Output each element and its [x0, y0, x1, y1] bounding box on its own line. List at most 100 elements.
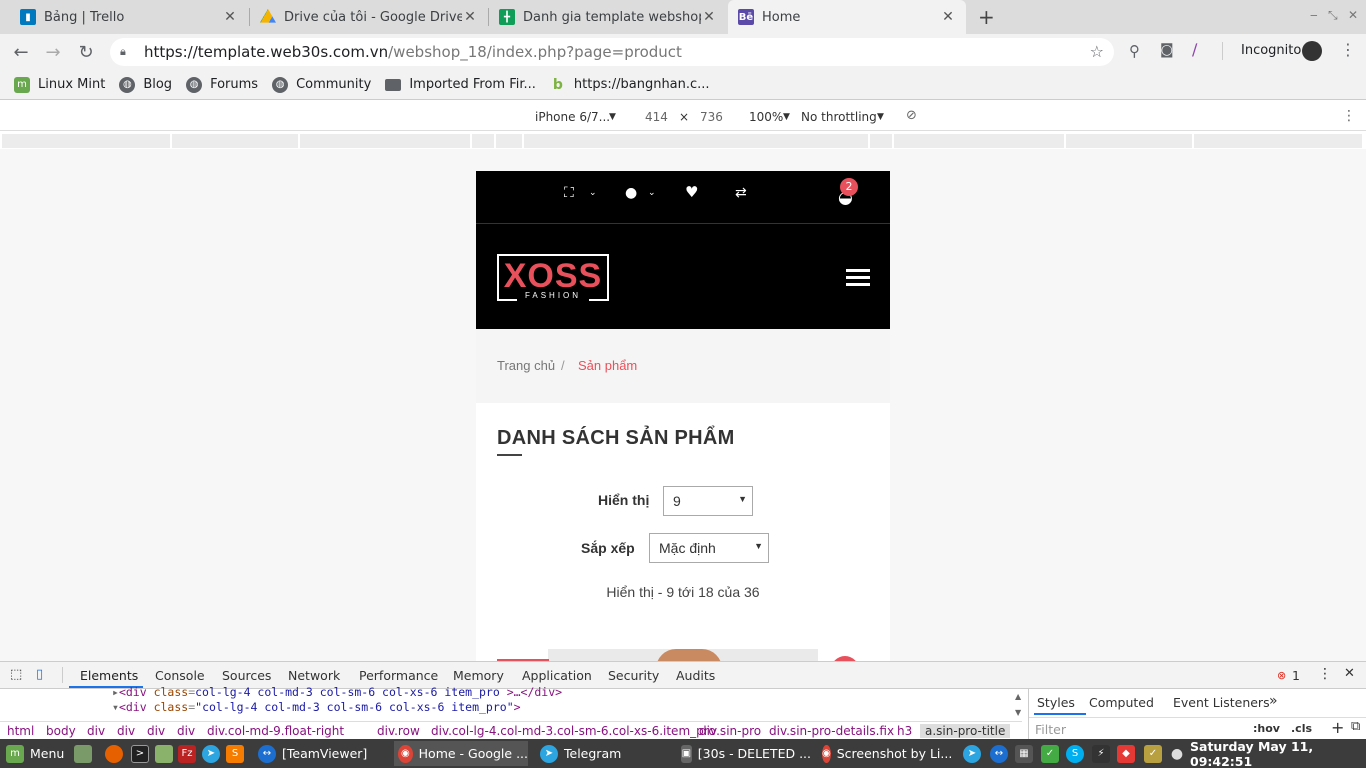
cls-toggle[interactable]: .cls — [1291, 722, 1312, 735]
tab-google-drive[interactable]: Drive của tôi - Google Drive ✕ — [250, 0, 488, 34]
new-tab-button[interactable]: + — [978, 5, 995, 29]
site-logo[interactable]: XOSS FASHION — [497, 254, 609, 302]
clock[interactable]: Saturday May 11, 09:42:51 — [1190, 739, 1366, 769]
close-devtools-icon[interactable]: ✕ — [1344, 666, 1355, 681]
tray-network[interactable]: ⚡ — [1092, 739, 1116, 768]
dom-node-line[interactable]: ▸<div class=col-lg-4 col-md-3 col-sm-6 c… — [112, 685, 562, 699]
crumb-div[interactable]: div — [177, 724, 195, 738]
tab-memory[interactable]: Memory — [453, 668, 504, 683]
zoom-select[interactable]: 100% — [749, 110, 783, 124]
tab-console[interactable]: Console — [155, 668, 205, 683]
location-icon[interactable]: ⚲ — [1129, 42, 1140, 60]
rotate-icon[interactable]: ⊘ — [906, 108, 917, 123]
tab-trello[interactable]: ▮ Bảng | Trello ✕ — [10, 0, 248, 34]
media-query-segment[interactable] — [1194, 134, 1364, 148]
crumb-body[interactable]: body — [46, 724, 76, 738]
add-rule-icon[interactable]: + — [1331, 718, 1344, 737]
tab-performance[interactable]: Performance — [359, 668, 438, 683]
more-tabs-icon[interactable]: » — [1269, 693, 1278, 709]
back-button[interactable]: ← — [8, 39, 34, 65]
tab-event-listeners[interactable]: Event Listeners — [1173, 695, 1270, 710]
start-menu-button[interactable]: m Menu — [6, 739, 64, 768]
dom-tree[interactable]: ▸<div class=col-lg-4 col-md-3 col-sm-6 c… — [0, 685, 1020, 721]
bookmark-linux-mint[interactable]: m Linux Mint — [14, 76, 105, 93]
inspect-element-icon[interactable]: ⬚ — [10, 667, 22, 682]
error-icon[interactable]: ⊗ — [1277, 669, 1286, 682]
close-window-button[interactable]: ✕ — [1348, 8, 1358, 22]
tray-user[interactable]: ● — [1168, 739, 1192, 768]
tray-skype[interactable]: S — [1066, 739, 1090, 768]
feather-extension-icon[interactable]: ∕ — [1192, 40, 1197, 59]
breadcrumb-home[interactable]: Trang chủ — [497, 358, 555, 373]
tab-network[interactable]: Network — [288, 668, 340, 683]
tab-computed[interactable]: Computed — [1089, 695, 1154, 710]
tray-anydesk[interactable]: ◆ — [1117, 739, 1141, 768]
hov-toggle[interactable]: :hov — [1253, 722, 1280, 735]
media-query-segment[interactable] — [524, 134, 870, 148]
tab-audits[interactable]: Audits — [676, 668, 715, 683]
media-query-segment[interactable] — [894, 134, 1066, 148]
bookmark-blog[interactable]: ◍ Blog — [119, 76, 172, 93]
crumb-div-row[interactable]: div.row — [377, 724, 420, 738]
media-query-segment[interactable] — [300, 134, 472, 148]
crumb-item-pro[interactable]: div.col-lg-4.col-md-3.col-sm-6.col-xs-6.… — [431, 724, 716, 738]
tab-sources[interactable]: Sources — [222, 668, 271, 683]
incognito-label[interactable]: Incognito — [1241, 43, 1301, 58]
close-icon[interactable]: ✕ — [462, 9, 478, 25]
scroll-up-icon[interactable]: ▲ — [1015, 692, 1021, 701]
sublime-launcher[interactable]: S — [226, 739, 250, 768]
media-query-segment[interactable] — [472, 134, 496, 148]
tray-update[interactable]: ✓ — [1144, 739, 1168, 768]
tray-shield[interactable]: ✓ — [1041, 739, 1065, 768]
taskbar-window-teamviewer[interactable]: ↔ [TeamViewer] — [254, 741, 388, 766]
restore-button[interactable]: ⤡ — [1328, 8, 1338, 23]
crumb-sin-pro-details[interactable]: div.sin-pro-details.fix — [769, 724, 894, 738]
show-count-select[interactable]: 9 ▼ — [663, 486, 753, 516]
bookmark-bangnhan[interactable]: b https://bangnhan.c... — [550, 77, 710, 93]
crumb-h3[interactable]: h3 — [897, 724, 912, 738]
compare-icon[interactable]: ⇄ — [735, 185, 747, 201]
media-query-segment[interactable] — [2, 134, 172, 148]
address-bar[interactable]: 🔒︎ https://template.web30s.com.vn/websho… — [110, 38, 1114, 66]
camera-icon[interactable]: ◙ — [1160, 42, 1174, 58]
bookmark-folder-imported[interactable]: Imported From Fir... — [385, 77, 536, 92]
devtools-menu-icon[interactable]: ⋮ — [1318, 666, 1332, 682]
tab-application[interactable]: Application — [522, 668, 592, 683]
crumb-selected[interactable]: a.sin-pro-title — [920, 724, 1011, 738]
files-launcher[interactable] — [155, 739, 179, 768]
tray-keyboard[interactable]: ▦ — [1015, 739, 1039, 768]
tray-telegram[interactable]: ➤ — [963, 739, 987, 768]
tab-home[interactable]: Bē Home ✕ — [728, 0, 966, 34]
filezilla-launcher[interactable]: Fz — [178, 739, 202, 768]
crumb-div[interactable]: div — [147, 724, 165, 738]
toggle-sidebar-icon[interactable]: ⧉ — [1351, 719, 1360, 734]
forward-button[interactable]: → — [40, 39, 66, 65]
taskbar-window-30s[interactable]: ▣ [30s - DELETED ... — [677, 741, 811, 766]
scroll-down-icon[interactable]: ▼ — [1015, 708, 1021, 717]
media-query-segment[interactable] — [1066, 134, 1194, 148]
hamburger-menu-icon[interactable] — [846, 269, 870, 287]
throttling-select[interactable]: No throttling — [801, 110, 877, 124]
bookmark-forums[interactable]: ◍ Forums — [186, 76, 258, 93]
taskbar-window-screenshot[interactable]: ◉ Screenshot by Li... — [818, 741, 952, 766]
close-icon[interactable]: ✕ — [222, 9, 238, 25]
bookmark-star-icon[interactable]: ☆ — [1090, 42, 1104, 61]
language-icon[interactable]: ⛶ — [564, 185, 574, 201]
device-select[interactable]: iPhone 6/7... — [535, 110, 610, 124]
tray-teamviewer[interactable]: ↔ — [990, 739, 1014, 768]
telegram-launcher[interactable]: ➤ — [202, 739, 226, 768]
crumb-div[interactable]: div.col-md-9.float-right — [207, 724, 344, 738]
crumb-div[interactable]: div — [87, 724, 105, 738]
terminal-launcher[interactable]: > — [131, 739, 155, 768]
device-toolbar-menu-icon[interactable]: ⋮ — [1342, 108, 1356, 124]
tab-elements[interactable]: Elements — [80, 668, 138, 683]
incognito-icon[interactable] — [1302, 41, 1322, 61]
media-query-segment[interactable] — [496, 134, 524, 148]
show-desktop-launcher[interactable] — [74, 739, 98, 768]
tab-google-sheets[interactable]: ╋ Danh gia template webshop_18 ✕ — [489, 0, 727, 34]
styles-filter-input[interactable]: Filter — [1035, 722, 1066, 737]
device-width-input[interactable]: 414 — [645, 110, 668, 124]
firefox-launcher[interactable] — [105, 739, 129, 768]
media-query-segment[interactable] — [172, 134, 300, 148]
error-count[interactable]: 1 — [1292, 668, 1300, 683]
